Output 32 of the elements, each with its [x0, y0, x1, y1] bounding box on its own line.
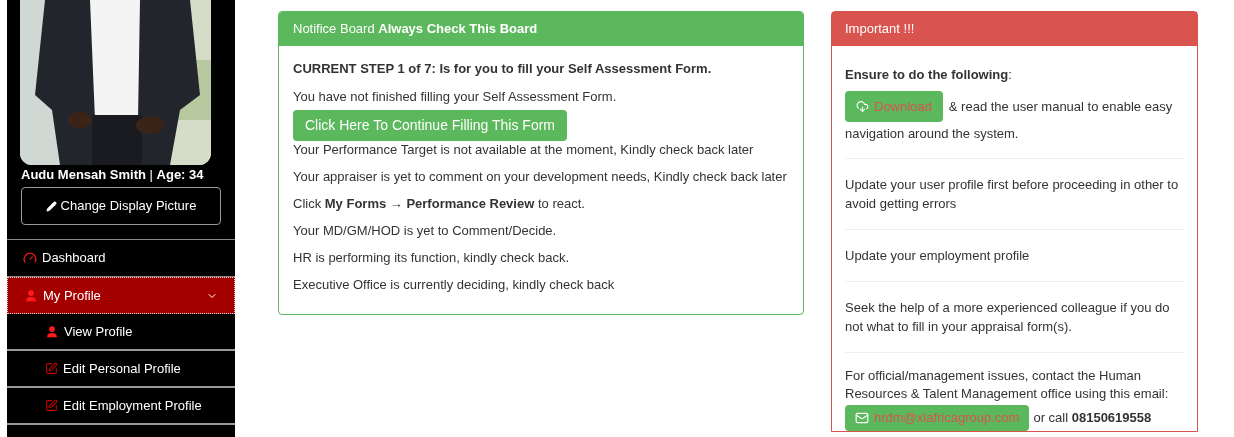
- instruction-text: Seek the help of a more experienced colleague if you do not what to fill in your appraisal form(s).: [845, 299, 1171, 336]
- notice-text: Your appraiser is yet to comment on your development needs, Kindly check back later: [293, 169, 788, 185]
- download-text: navigation around the system.: [845, 126, 1020, 142]
- instruction-text: Update your user profile first before proceeding in other to avoid getting errors: [845, 176, 1180, 213]
- panel-title: Notifice Board Always Check This Board: [293, 20, 538, 39]
- nav-subitem[interactable]: Edit Personal Profile: [7, 351, 235, 388]
- pencil-icon: [45, 200, 57, 212]
- mail-icon: [855, 411, 869, 425]
- nav-subitem[interactable]: View Profile: [7, 314, 235, 351]
- instruction-text: Update your employment profile: [845, 247, 1031, 265]
- notice-text: Click My Forms → Performance Review to react.: [293, 196, 586, 212]
- download-text: & read the user manual to enable easy: [948, 97, 1173, 116]
- contact-text: For official/management issues, contact the Human Resources & Talent Management office using this email:: [845, 367, 1170, 403]
- dashboard-icon: [23, 251, 37, 265]
- edit-icon: [45, 399, 58, 412]
- notice-text: You have not finished filling your Self Assessment Form.: [293, 89, 618, 105]
- edit-icon: [45, 362, 58, 375]
- notice-text: Your Performance Target is not available at the moment, Kindly check back later: [293, 142, 755, 158]
- profile-name: Audu Mensah Smith | Age: 34: [20, 166, 205, 183]
- user-icon: [45, 324, 59, 339]
- instructions-heading: Ensure to do the following:: [845, 67, 1013, 83]
- notice-text: Your MD/GM/HOD is yet to Comment/Decide.: [293, 223, 558, 239]
- cloud-download-icon: [856, 100, 869, 113]
- notice-text: HR is performing its function, kindly check back.: [293, 250, 570, 266]
- user-icon: [24, 288, 38, 303]
- notice-text: Executive Office is currently deciding, kindly check back: [293, 277, 616, 293]
- nav-item[interactable]: My Profile: [7, 277, 235, 314]
- nav-subitem[interactable]: Edit Employment Profile: [7, 388, 235, 425]
- step-heading: CURRENT STEP 1 of 7: Is for you to fill your Self Assessment Form.: [293, 61, 713, 77]
- change-picture-button[interactable]: Change Display Picture: [21, 187, 221, 225]
- call-text: or call 08150619558: [1033, 409, 1152, 427]
- panel-title: Important !!!: [845, 20, 915, 39]
